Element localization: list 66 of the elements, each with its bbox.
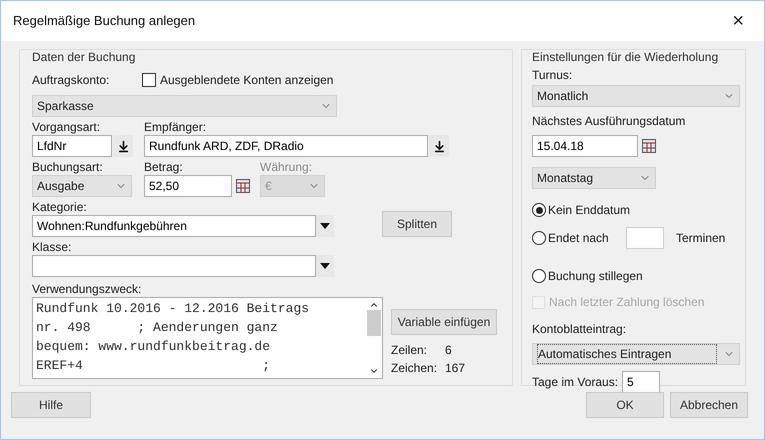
radio-button[interactable]	[532, 269, 546, 283]
window-title: Regelmäßige Buchung anlegen	[13, 12, 196, 30]
count-label: Zeilen:	[391, 342, 428, 359]
input-field[interactable]: 52,50	[144, 175, 232, 197]
count-value: 6	[445, 342, 452, 359]
field-label: Turnus:	[532, 68, 574, 83]
field-label: Kontoblatteintrag:	[532, 322, 626, 336]
help-button[interactable]: Hilfe	[11, 392, 91, 418]
text-line: Rundfunk 10.2016 - 12.2016 Beitrags	[36, 300, 310, 318]
field-label: Empfänger:	[144, 120, 208, 135]
cycle-dropdown[interactable]: Monatlich	[532, 85, 740, 107]
calendar-button[interactable]	[640, 137, 658, 155]
radio-label: Kein Enddatum	[548, 202, 630, 219]
radio-button[interactable]	[532, 203, 546, 217]
date-field[interactable]: 15.04.18	[532, 135, 638, 157]
field-label: Klasse:	[32, 240, 72, 255]
purpose-textarea[interactable]: Rundfunk 10.2016 - 12.2016 Beitrags nr. 498 ; Aenderungen ganz bequem: www.rundfunkbeitrag.de EREF+4 ;	[32, 297, 383, 379]
arrow-down-icon	[116, 140, 130, 152]
field-label: Buchungsart:	[32, 160, 104, 175]
count-value: 167	[445, 360, 466, 377]
arrow-down-icon	[432, 140, 446, 152]
close-button[interactable]: ×	[724, 6, 752, 36]
triangle-icon	[320, 263, 330, 269]
count-label: Zeichen:	[391, 360, 438, 377]
calendar-icon	[642, 139, 656, 153]
checkbox-label: Ausgeblendete Konten anzeigen	[160, 72, 334, 89]
dropdown-button[interactable]	[316, 215, 334, 237]
select-button[interactable]	[113, 135, 133, 157]
field-label: Währung:	[260, 160, 314, 175]
input-field[interactable]	[626, 227, 664, 249]
input-field[interactable]	[32, 255, 316, 277]
input-field[interactable]: Wohnen:Rundfunkgebühren	[32, 215, 316, 237]
checkbox-label: Nach letzter Zahlung löschen	[549, 294, 704, 311]
field-label: Auftragskonto:	[32, 73, 110, 87]
group-legend: Einstellungen für die Wiederholung	[532, 48, 735, 66]
ok-button[interactable]: OK	[586, 392, 664, 418]
cancel-button[interactable]: Abbrechen	[670, 392, 748, 418]
input-field[interactable]: Rundfunk ARD, ZDF, DRadio	[144, 135, 428, 157]
dropdown-button[interactable]	[316, 255, 334, 277]
calendar-button[interactable]	[234, 177, 252, 195]
field-label: Kategorie:	[32, 200, 88, 215]
split-button[interactable]: Splitten	[382, 211, 452, 237]
day-mode-dropdown[interactable]: Monatstag	[532, 167, 656, 189]
radio-button[interactable]	[532, 231, 546, 245]
text-line: EREF+4 ;	[36, 357, 272, 375]
text-line: bequem: www.rundfunkbeitrag.de	[36, 338, 272, 356]
group-legend: Daten der Buchung	[32, 48, 500, 66]
select-button[interactable]	[429, 135, 449, 157]
field-label: Tage im Voraus:	[532, 374, 618, 390]
triangle-icon	[320, 223, 330, 229]
account-dropdown[interactable]: Sparkasse	[32, 95, 337, 117]
input-field[interactable]: LfdNr	[32, 135, 112, 157]
insert-variable-button[interactable]: Variable einfügen	[391, 309, 497, 335]
radio-label: Endet nach	[548, 230, 610, 247]
booking-type-dropdown[interactable]: Ausgabe	[32, 175, 132, 197]
calendar-icon	[236, 179, 250, 193]
field-label: Betrag:	[144, 160, 184, 175]
checkbox[interactable]	[142, 73, 156, 87]
ledger-entry-dropdown[interactable]: Automatisches Eintragen	[532, 343, 740, 365]
field-label: Vorgangsart:	[32, 120, 102, 135]
radio-label: Buchung stillegen	[548, 268, 643, 285]
field-suffix: Terminen	[676, 230, 726, 247]
text-line: nr. 498 ; Aenderungen ganz	[36, 319, 279, 337]
field-label: Verwendungszweck:	[32, 282, 142, 297]
input-field[interactable]: 5	[622, 371, 660, 393]
field-label: Nächstes Ausführungsdatum	[532, 114, 686, 128]
